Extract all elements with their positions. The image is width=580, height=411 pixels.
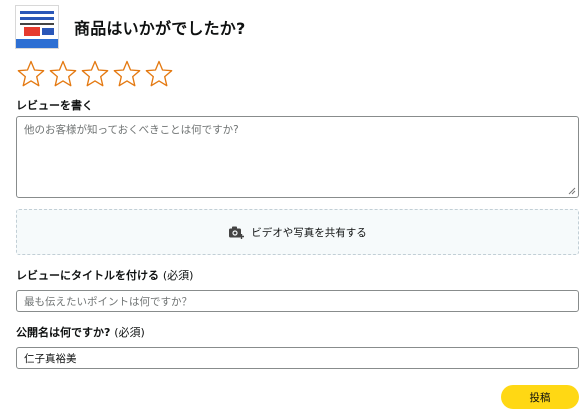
review-title-placeholder: 最も伝えたいポイントは何ですか？ bbox=[24, 296, 192, 308]
review-title-input[interactable]: 最も伝えたいポイントは何ですか？ bbox=[16, 290, 579, 312]
required-note: (必須) bbox=[162, 269, 194, 282]
public-name-label: 公開名は何ですか? (必須) bbox=[16, 326, 145, 339]
review-placeholder: 他のお客様が知っておくべきことは何ですか? bbox=[24, 124, 239, 136]
page-title: 商品はいかがでしたか? bbox=[74, 19, 246, 38]
star-1-icon[interactable] bbox=[16, 60, 46, 88]
title-field-label: レビューにタイトルを付ける (必須) bbox=[16, 269, 194, 282]
star-2-icon[interactable] bbox=[48, 60, 78, 88]
product-header: 商品はいかがでしたか? bbox=[15, 5, 245, 49]
media-upload-area[interactable]: ビデオや写真を共有する bbox=[16, 209, 579, 255]
star-3-icon[interactable] bbox=[80, 60, 110, 88]
resize-grip-icon[interactable] bbox=[568, 187, 576, 195]
required-note: (必須) bbox=[114, 326, 145, 339]
review-label: レビューを書く bbox=[16, 99, 93, 112]
submit-button[interactable]: 投稿 bbox=[501, 385, 579, 409]
camera-plus-icon bbox=[229, 226, 245, 239]
star-5-icon[interactable] bbox=[144, 60, 174, 88]
media-upload-label: ビデオや写真を共有する bbox=[251, 226, 367, 239]
review-textarea[interactable]: 他のお客様が知っておくべきことは何ですか? bbox=[16, 116, 579, 198]
product-thumbnail bbox=[15, 5, 59, 49]
star-4-icon[interactable] bbox=[112, 60, 142, 88]
public-name-input[interactable]: 仁子真裕美 bbox=[16, 347, 579, 369]
public-name-value: 仁子真裕美 bbox=[24, 353, 77, 365]
star-rating[interactable] bbox=[16, 60, 174, 88]
